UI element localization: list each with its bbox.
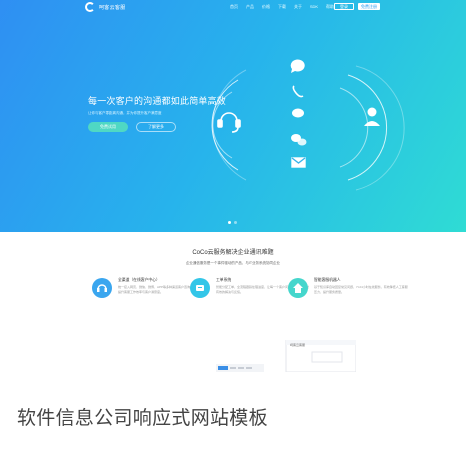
login-button[interactable]: 登录: [334, 3, 354, 10]
hero-subline: 让你与客户零距离沟通，并为你提升客户满意度: [88, 111, 162, 115]
preview-window-title: 呵客云客服: [290, 343, 306, 347]
hero-headline: 每一次客户的沟通都如此简单高效: [88, 96, 227, 106]
nav-menu: 首页 产品 价格 下载 关于 SDK 帮助: [226, 4, 338, 10]
section-title: CoCo云服务解决企业通讯难题: [192, 250, 274, 256]
nav-item[interactable]: 关于: [290, 4, 306, 10]
weibo-icon: [292, 108, 304, 118]
nav-item[interactable]: 首页: [226, 4, 242, 10]
nav-item[interactable]: 价格: [258, 4, 274, 10]
feature-title: 工单系统: [216, 278, 232, 282]
hero-decoration: [211, 59, 405, 191]
hero-banner: 呵客云客服 首页 产品 价格 下载 关于 SDK 帮助 登录 免费注册 每一次客…: [0, 0, 466, 232]
logo-text: 呵客云客服: [99, 4, 126, 11]
nav-item[interactable]: 产品: [242, 4, 258, 10]
top-nav: 呵客云客服 首页 产品 价格 下载 关于 SDK 帮助 登录 免费注册: [0, 0, 466, 14]
logo-icon: [85, 2, 95, 12]
wechat-icon: [291, 134, 307, 146]
mail-icon: [291, 157, 306, 168]
chat-bubble-icon: [290, 59, 305, 73]
phone-icon: [292, 85, 304, 98]
nav-item[interactable]: 下载: [274, 4, 290, 10]
features-section: CoCo云服务解决企业通讯难题 企业通信服务是一个事件驱动的产品，与IT业务系统…: [0, 232, 466, 372]
feature-title: 全渠道（在线客户中心）: [118, 278, 160, 282]
section-subtitle: 企业通信服务是一个事件驱动的产品，与IT业务系统协同企业: [185, 261, 281, 265]
slider-dot-active[interactable]: [228, 221, 231, 224]
register-button[interactable]: 免费注册: [358, 3, 380, 10]
slider-dots: [228, 221, 237, 224]
headset-icon: [92, 278, 112, 298]
nav-item[interactable]: SDK: [306, 4, 322, 10]
product-preview: [216, 340, 356, 372]
page-caption: 软件信息公司响应式网站模板: [17, 408, 268, 429]
feature-desc: 基于知识库自动回复常见问题，7×24小时在线服务，有效降低人工客服压力，提升服务…: [314, 285, 408, 294]
logo[interactable]: 呵客云客服: [85, 2, 126, 12]
headset-icon: [217, 112, 241, 133]
learn-more-button[interactable]: 了解更多: [136, 122, 176, 132]
ticket-icon: [190, 278, 210, 298]
free-trial-button[interactable]: 免费试用: [88, 122, 128, 132]
robot-icon: [288, 278, 308, 298]
slider-dot[interactable]: [234, 221, 237, 224]
feature-title: 智能客服机器人: [314, 278, 341, 282]
feature-card[interactable]: 智能客服机器人 基于知识库自动回复常见问题，7×24小时在线服务，有效降低人工客…: [288, 276, 408, 316]
